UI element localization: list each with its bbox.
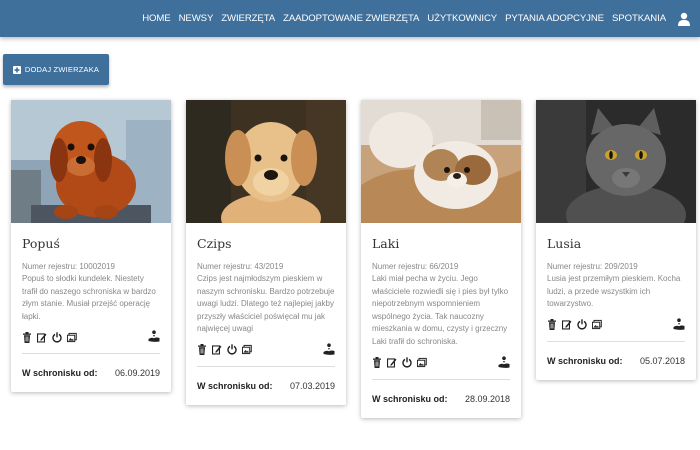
card-actions [547, 318, 685, 332]
shih-tzu-photo [361, 100, 521, 223]
edit-icon[interactable] [37, 332, 47, 343]
shelter-since-row: W schronisku od: 28.09.2018 [372, 380, 510, 418]
edit-icon[interactable] [562, 319, 572, 330]
power-icon[interactable] [52, 331, 62, 343]
nav-adopted-animals[interactable]: ZAADOPTOWANE ZWIERZĘTA [283, 13, 419, 24]
registration-number: Numer rejestru: 66/2019 [372, 262, 459, 271]
shelter-since-date: 05.07.2018 [639, 355, 685, 366]
nav-home[interactable]: HOME [142, 13, 170, 24]
user-icon[interactable] [678, 12, 690, 26]
shelter-since-date: 28.09.2018 [464, 393, 510, 404]
hand-heart-icon[interactable] [148, 330, 160, 343]
power-icon[interactable] [402, 357, 412, 368]
gallery-icon[interactable] [417, 357, 427, 368]
card-actions [22, 330, 160, 344]
animal-description: Lusia jest przemiłym pieskiem. Kocha lud… [547, 274, 681, 309]
gallery-icon[interactable] [67, 332, 77, 343]
nav-meetings[interactable]: SPOTKANIA [612, 13, 666, 24]
trash-icon[interactable] [547, 319, 557, 331]
animal-name: Czips [197, 236, 232, 251]
animal-card: Lusia Numer rejestru: 209/2019 Lusia jes… [536, 100, 696, 380]
animal-card: Czips Numer rejestru: 43/2019 Czips jest… [186, 100, 346, 405]
shelter-since-label: W schronisku od: [197, 380, 273, 391]
shelter-since-row: W schronisku od: 06.09.2019 [22, 354, 160, 392]
edit-icon[interactable] [212, 344, 222, 355]
animal-description: Czips jest najmłodszym pieskiem w naszym… [197, 274, 335, 334]
add-animal-button[interactable]: DODAJ ZWIERZAKA [3, 54, 109, 85]
nav-adoption-questions[interactable]: PYTANIA ADOPCYJNE [505, 13, 604, 24]
animal-description: Laki miał pecha w życiu. Jego właściciel… [372, 274, 509, 346]
registration-number: Numer rejestru: 10002019 [22, 262, 115, 271]
trash-icon[interactable] [197, 344, 207, 356]
trash-icon[interactable] [22, 331, 32, 343]
plus-square-icon [12, 65, 21, 74]
gray-cat-photo [536, 100, 696, 223]
shelter-since-label: W schronisku od: [372, 393, 448, 404]
shelter-since-row: W schronisku od: 05.07.2018 [547, 342, 685, 380]
red-puppy-photo [11, 100, 171, 223]
nav-users[interactable]: UŻYTKOWNICY [427, 13, 497, 24]
edit-icon[interactable] [387, 357, 397, 368]
card-actions [197, 343, 335, 357]
shelter-since-date: 07.03.2019 [289, 380, 335, 391]
hand-heart-icon[interactable] [323, 343, 335, 355]
power-icon[interactable] [577, 319, 587, 330]
power-icon[interactable] [227, 344, 237, 356]
animal-name: Laki [372, 236, 400, 251]
animal-card: Laki Numer rejestru: 66/2019 Laki miał p… [361, 100, 521, 418]
gallery-icon[interactable] [242, 344, 252, 355]
golden-retriever-puppy-photo [186, 100, 346, 223]
nav-animals[interactable]: ZWIERZĘTA [221, 13, 275, 24]
card-actions [372, 355, 510, 370]
nav-links: HOME NEWSY ZWIERZĘTA ZAADOPTOWANE ZWIERZ… [142, 0, 666, 37]
registration-number: Numer rejestru: 43/2019 [197, 262, 284, 271]
shelter-since-label: W schronisku od: [22, 368, 98, 379]
shelter-since-date: 06.09.2019 [114, 368, 160, 379]
shelter-since-label: W schronisku od: [547, 355, 623, 366]
animal-name: Popuś [22, 236, 60, 251]
shelter-since-row: W schronisku od: 07.03.2019 [197, 367, 335, 405]
hand-heart-icon[interactable] [498, 355, 510, 368]
nav-news[interactable]: NEWSY [179, 13, 214, 24]
gallery-icon[interactable] [592, 319, 602, 330]
animal-card: Popuś Numer rejestru: 10002019 Popuś to … [11, 100, 171, 393]
animal-description: Popuś to słodki kundelek. Niestety trafi… [22, 274, 156, 321]
registration-number: Numer rejestru: 209/2019 [547, 262, 638, 271]
top-navbar: HOME NEWSY ZWIERZĘTA ZAADOPTOWANE ZWIERZ… [0, 0, 700, 37]
add-animal-label: DODAJ ZWIERZAKA [24, 65, 100, 74]
trash-icon[interactable] [372, 357, 382, 369]
animal-name: Lusia [547, 236, 582, 251]
hand-heart-icon[interactable] [673, 318, 685, 330]
